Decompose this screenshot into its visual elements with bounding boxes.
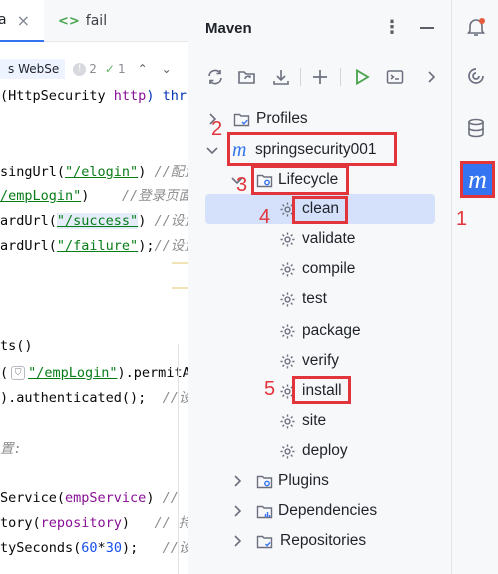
maven-icon[interactable]: m <box>460 161 495 198</box>
warning-count: 2 <box>89 62 97 76</box>
chevron-right-icon[interactable] <box>230 534 244 548</box>
lifecycle-phase-verify[interactable]: verify <box>188 346 452 376</box>
maven-title: Maven <box>205 20 252 37</box>
code-editor: a × <> fail s WebSe ! 2 ✓ 1 ⌃⌄ (HttpSecu… <box>0 0 188 574</box>
code-line: ardUrl("/success") //设置 <box>0 213 188 229</box>
code-line: Service(empService) // 設 <box>0 490 188 506</box>
tree-label: deploy <box>302 442 348 459</box>
plugins-folder-icon <box>256 475 273 489</box>
lifecycle-phase-compile[interactable]: compile <box>188 254 452 284</box>
execute-goal-icon[interactable] <box>383 65 407 89</box>
annotation-number: 3 <box>236 174 248 196</box>
editor-tab-fail[interactable]: <> fail <box>58 0 107 42</box>
right-tool-stripe: m 1 <box>452 0 498 574</box>
dependencies-folder-icon <box>256 505 273 519</box>
gear-icon <box>280 354 295 369</box>
indent-guide <box>178 344 179 574</box>
annotation-number: 2 <box>211 118 223 140</box>
gear-icon <box>280 232 295 247</box>
add-icon[interactable] <box>308 65 332 89</box>
chevron-right-icon[interactable] <box>230 504 244 518</box>
code-line: (HttpSecurity http) thro <box>0 88 188 104</box>
code-line: (⛉"/empLogin").permitAl <box>0 365 188 381</box>
lifecycle-phase-test[interactable]: test <box>188 284 452 314</box>
tab-title: fail <box>85 13 108 29</box>
tree-label: package <box>302 322 361 339</box>
warning-icon: ! <box>73 62 87 76</box>
maven-tool-window: Maven ⋮ Profiles m springsecurity001 Lif… <box>188 0 452 574</box>
navigate-arrows-icon[interactable]: ⌃⌄ <box>138 62 186 76</box>
gear-icon <box>280 262 295 277</box>
breadcrumb-class[interactable]: s WebSe <box>0 59 66 79</box>
check-count: 1 <box>117 62 126 76</box>
maven-toolbar <box>188 62 452 92</box>
download-icon[interactable] <box>269 65 293 89</box>
check-icon: ✓ <box>104 62 115 76</box>
annotation-number: 5 <box>264 378 276 400</box>
lifecycle-phase-validate[interactable]: validate <box>188 224 452 254</box>
notifications-icon[interactable] <box>461 12 491 42</box>
editor-tab-active[interactable]: a × <box>0 0 44 42</box>
reload-icon[interactable] <box>203 65 227 89</box>
more-options-icon[interactable]: ⋮ <box>382 14 402 42</box>
profiles-folder-icon <box>233 113 250 127</box>
gear-icon <box>280 414 295 429</box>
editor-marker <box>172 262 188 264</box>
tree-label: Profiles <box>256 110 308 127</box>
database-icon[interactable] <box>461 113 491 143</box>
tree-label: Repositories <box>280 532 367 549</box>
tree-label: Plugins <box>278 472 329 489</box>
lifecycle-phase-package[interactable]: package <box>188 316 452 346</box>
tree-label: test <box>302 290 327 307</box>
tree-label: compile <box>302 260 356 277</box>
annotation-box-project <box>227 132 397 166</box>
code-line: tySeconds(60*30); //设 <box>0 540 188 556</box>
code-line: singUrl("/elogin") //配置 <box>0 164 188 180</box>
toolbar-separator <box>340 68 341 86</box>
ai-assistant-icon[interactable] <box>461 61 491 91</box>
annotation-box-clean <box>292 196 348 224</box>
code-line: ts() <box>0 338 33 354</box>
code-line: /empLogin") //登录页面 <box>0 188 188 204</box>
editor-marker <box>172 287 188 289</box>
run-icon[interactable] <box>350 65 374 89</box>
code-line: 置: <box>0 441 22 457</box>
editor-tab-bar: a × <> fail <box>0 0 188 42</box>
generate-sources-icon[interactable] <box>235 65 259 89</box>
tree-label: verify <box>302 352 340 369</box>
annotation-box-install <box>292 376 351 404</box>
lifecycle-phase-deploy[interactable]: deploy <box>188 436 452 466</box>
tree-label: Dependencies <box>278 502 378 519</box>
repositories-folder-icon <box>256 535 273 549</box>
html-file-icon: <> <box>58 13 80 29</box>
annotation-number: 1 <box>456 208 468 230</box>
tree-item-plugins[interactable]: Plugins <box>188 466 452 496</box>
tree-label: validate <box>302 230 356 247</box>
shield-icon: ⛉ <box>11 366 26 380</box>
tab-title: a <box>0 12 7 28</box>
tree-item-dependencies[interactable]: Dependencies <box>188 496 452 526</box>
inspection-widget[interactable]: ! 2 ✓ 1 ⌃⌄ <box>73 62 185 76</box>
chevron-down-icon[interactable] <box>205 143 219 157</box>
annotation-box-lifecycle <box>251 165 349 195</box>
tree-item-profiles[interactable]: Profiles <box>188 104 452 134</box>
gear-icon <box>280 444 295 459</box>
close-icon[interactable]: × <box>17 11 30 30</box>
code-line: ardUrl("/failure");//设置 <box>0 238 188 254</box>
minimize-icon[interactable] <box>420 27 434 29</box>
toolbar-separator <box>300 68 301 86</box>
gear-icon <box>280 324 295 339</box>
gear-icon <box>280 292 295 307</box>
code-area[interactable]: (HttpSecurity http) thro singUrl("/elogi… <box>0 84 188 556</box>
chevron-right-icon[interactable] <box>230 474 244 488</box>
chevron-right-icon[interactable] <box>419 65 443 89</box>
code-line: tory(repository) // 持 <box>0 515 188 531</box>
annotation-number: 4 <box>259 206 271 228</box>
code-line: ).authenticated(); //设 <box>0 390 188 406</box>
tree-label: site <box>302 412 327 429</box>
tree-item-repositories[interactable]: Repositories <box>188 526 452 556</box>
breadcrumb: s WebSe ! 2 ✓ 1 ⌃⌄ <box>0 57 188 81</box>
lifecycle-phase-site[interactable]: site <box>188 406 452 436</box>
